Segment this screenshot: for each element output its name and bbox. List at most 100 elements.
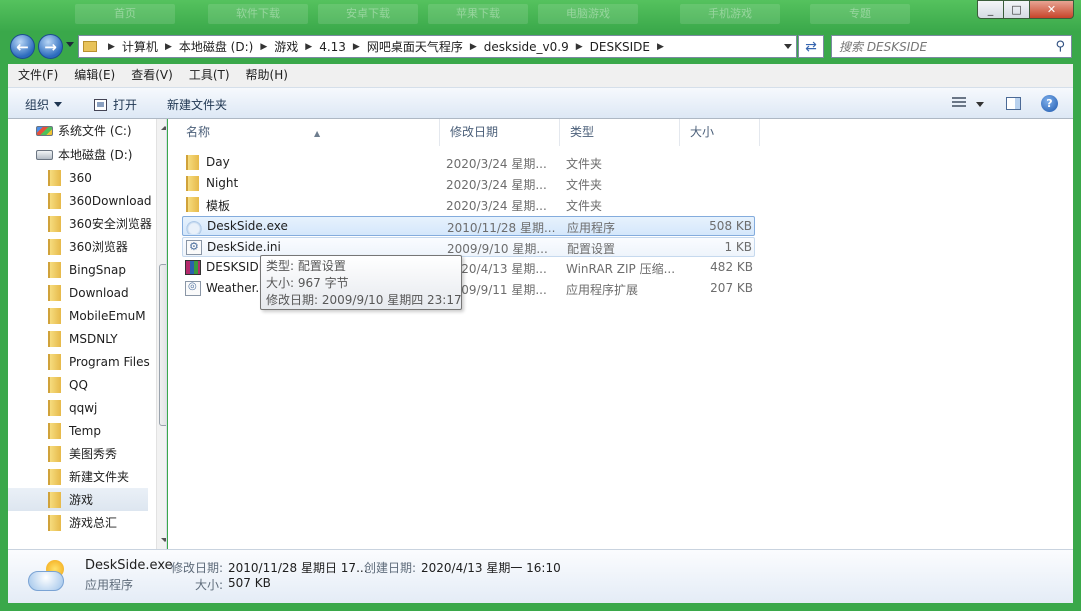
menu-help[interactable]: 帮助(H): [238, 64, 296, 87]
nav-folder[interactable]: 新建文件夹: [48, 465, 129, 488]
menu-file[interactable]: 文件(F): [10, 64, 66, 87]
nav-folder[interactable]: 360: [48, 166, 92, 189]
nav-folder[interactable]: MSDNLY: [48, 327, 118, 350]
scroll-thumb[interactable]: [159, 264, 166, 426]
breadcrumb-item[interactable]: DESKSIDE: [590, 40, 650, 54]
preview-pane-icon[interactable]: [1006, 97, 1021, 110]
close-button[interactable]: ✕: [1030, 0, 1074, 19]
organize-button[interactable]: 组织: [25, 96, 63, 113]
breadcrumb-item[interactable]: 计算机: [122, 38, 158, 55]
open-icon: [94, 98, 107, 111]
address-row: ← → ▶ 计算机 ▶ 本地磁盘 (D:) ▶ 游戏 ▶ 4.13 ▶ 网吧桌面…: [0, 32, 1081, 60]
file-name: DeskSide.ini: [207, 240, 281, 254]
forward-button[interactable]: →: [38, 34, 63, 59]
column-name-label: 名称: [186, 125, 211, 139]
file-size: 508 KB: [709, 219, 752, 233]
nav-drive-d[interactable]: 本地磁盘 (D:): [36, 143, 132, 166]
chevron-down-icon: [54, 102, 63, 107]
view-options-icon[interactable]: [952, 97, 966, 109]
column-header-size[interactable]: 大小: [680, 119, 760, 146]
search-icon[interactable]: ⚲: [1055, 39, 1065, 54]
recent-pages-dropdown[interactable]: [66, 42, 74, 47]
help-icon[interactable]: ?: [1041, 95, 1058, 112]
file-row[interactable]: Day 2020/3/24 星期... 文件夹: [182, 153, 755, 173]
address-history-dropdown[interactable]: [784, 44, 792, 49]
column-header-name[interactable]: 名称 ▲: [176, 119, 440, 146]
maximize-button[interactable]: □: [1004, 0, 1030, 19]
details-file-type: 应用程序: [85, 578, 134, 592]
menu-edit[interactable]: 编辑(E): [66, 64, 123, 87]
breadcrumb-item[interactable]: deskside_v0.9: [484, 40, 569, 54]
folder-icon: [48, 422, 61, 439]
minimize-button[interactable]: _: [977, 0, 1004, 19]
file-name: 模板: [206, 199, 231, 213]
nav-folder-selected[interactable]: 游戏: [8, 488, 148, 511]
nav-scrollbar[interactable]: [156, 119, 166, 549]
address-bar[interactable]: ▶ 计算机 ▶ 本地磁盘 (D:) ▶ 游戏 ▶ 4.13 ▶ 网吧桌面天气程序…: [78, 35, 797, 58]
file-row-hovered[interactable]: DeskSide.ini 2009/9/10 星期... 配置设置 1 KB: [182, 237, 755, 257]
nav-item-label: 新建文件夹: [69, 470, 130, 484]
nav-item-label: Download: [69, 285, 129, 300]
file-size: 482 KB: [710, 260, 753, 274]
folder-icon: [186, 197, 199, 212]
file-date: 2020/3/24 星期...: [446, 157, 547, 171]
column-header-type[interactable]: 类型: [560, 119, 680, 146]
nav-folder[interactable]: 360安全浏览器: [48, 212, 152, 235]
nav-folder[interactable]: Program Files: [48, 350, 150, 373]
chevron-right-icon[interactable]: ▶: [108, 42, 115, 52]
new-folder-label: 新建文件夹: [167, 98, 228, 112]
nav-item-label: MobileEmuM: [69, 308, 146, 323]
open-button[interactable]: 打开: [94, 96, 137, 113]
breadcrumb-item[interactable]: 游戏: [274, 38, 298, 55]
new-folder-button[interactable]: 新建文件夹: [167, 96, 227, 113]
chevron-right-icon[interactable]: ▶: [165, 42, 172, 52]
refresh-button[interactable]: ⇄: [798, 35, 824, 58]
nav-item-label: 游戏: [69, 493, 94, 507]
nav-folder[interactable]: 游戏总汇: [48, 511, 117, 534]
nav-item-label: Program Files: [69, 354, 150, 369]
chevron-right-icon[interactable]: ▶: [657, 42, 664, 52]
nav-folder[interactable]: 360浏览器: [48, 235, 128, 258]
navigation-pane: 系统文件 (C:) 本地磁盘 (D:) 360 360Download 360安…: [8, 119, 167, 549]
nav-folder[interactable]: 360Download: [48, 189, 152, 212]
search-box[interactable]: ⚲: [831, 35, 1072, 58]
nav-folder[interactable]: 美图秀秀: [48, 442, 117, 465]
nav-item-label: qqwj: [69, 400, 98, 415]
chevron-right-icon[interactable]: ▶: [305, 42, 312, 52]
back-button[interactable]: ←: [10, 34, 35, 59]
nav-folder[interactable]: Download: [48, 281, 129, 304]
folder-icon: [48, 514, 61, 531]
nav-folder[interactable]: QQ: [48, 373, 88, 396]
breadcrumb-item[interactable]: 4.13: [319, 40, 346, 54]
column-header-date[interactable]: 修改日期: [440, 119, 560, 146]
background-tab: 手机游戏: [680, 4, 780, 24]
file-row-selected[interactable]: DeskSide.exe 2010/11/28 星期... 应用程序 508 K…: [182, 216, 755, 236]
file-row[interactable]: 模板 2020/3/24 星期... 文件夹: [182, 195, 755, 215]
nav-item-label: MSDNLY: [69, 331, 118, 346]
nav-folder[interactable]: MobileEmuM: [48, 304, 146, 327]
file-row[interactable]: Night 2020/3/24 星期... 文件夹: [182, 174, 755, 194]
file-list: 名称 ▲ 修改日期 类型 大小 Day 2020/3/24 星期... 文件夹 …: [168, 119, 1073, 549]
nav-item-label: 美图秀秀: [69, 447, 118, 461]
nav-item-label: BingSnap: [69, 262, 126, 277]
chevron-right-icon[interactable]: ▶: [576, 42, 583, 52]
chevron-right-icon[interactable]: ▶: [470, 42, 477, 52]
menu-tools[interactable]: 工具(T): [181, 64, 238, 87]
chevron-down-icon[interactable]: [976, 102, 984, 107]
menu-view[interactable]: 查看(V): [123, 64, 181, 87]
breadcrumb-item[interactable]: 本地磁盘 (D:): [179, 38, 253, 55]
search-input[interactable]: [839, 39, 1044, 54]
nav-folder[interactable]: BingSnap: [48, 258, 126, 281]
scroll-down-icon[interactable]: [161, 538, 166, 542]
chevron-right-icon[interactable]: ▶: [260, 42, 267, 52]
details-modified-value: 2010/11/28 星期日 17...: [228, 561, 368, 575]
scroll-up-icon[interactable]: [161, 126, 166, 130]
cloud-icon: [28, 571, 64, 591]
breadcrumb-item[interactable]: 网吧桌面天气程序: [367, 38, 463, 55]
nav-drive-c[interactable]: 系统文件 (C:): [36, 119, 132, 142]
nav-folder[interactable]: Temp: [48, 419, 101, 442]
nav-item-label: 360安全浏览器: [69, 217, 152, 231]
nav-folder[interactable]: qqwj: [48, 396, 97, 419]
chevron-right-icon[interactable]: ▶: [353, 42, 360, 52]
tooltip-type: 类型: 配置设置: [266, 259, 346, 273]
